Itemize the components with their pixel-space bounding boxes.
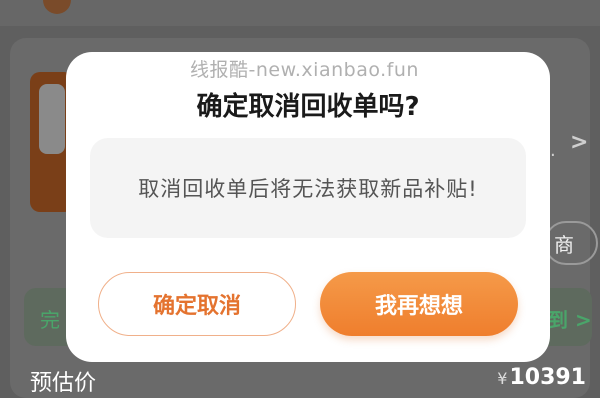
estimated-price-value: ¥10391: [497, 365, 586, 390]
estimated-price-label: 预估价: [30, 371, 97, 396]
status-banner-right-text: 到 >: [548, 308, 592, 332]
merchant-pill-label: 商: [554, 232, 574, 257]
reconsider-label: 我再想想: [374, 294, 463, 319]
status-banner-left-text: 完: [40, 308, 60, 332]
dialog-title: 确定取消回收单吗?: [196, 92, 420, 122]
cancel-order-dialog: 确定取消回收单吗? 取消回收单后将无法获取新品补贴! 确定取消 我再想想: [66, 52, 550, 362]
background-dot: .: [550, 140, 556, 161]
dialog-message-box: 取消回收单后将无法获取新品补贴!: [90, 138, 526, 238]
background-top-card: [0, 0, 600, 26]
confirm-cancel-button[interactable]: 确定取消: [98, 272, 296, 336]
watermark-text: 线报酷-new.xianbao.fun: [190, 59, 419, 81]
reconsider-button[interactable]: 我再想想: [320, 272, 518, 336]
confirm-cancel-label: 确定取消: [152, 294, 241, 319]
dialog-message: 取消回收单后将无法获取新品补贴!: [138, 177, 478, 201]
price-number: 10391: [509, 365, 586, 390]
product-thumbnail-camera: [39, 84, 65, 154]
merchant-pill-button: 商: [544, 221, 598, 265]
chevron-right-icon: >: [570, 130, 589, 155]
currency-symbol: ¥: [497, 369, 508, 388]
